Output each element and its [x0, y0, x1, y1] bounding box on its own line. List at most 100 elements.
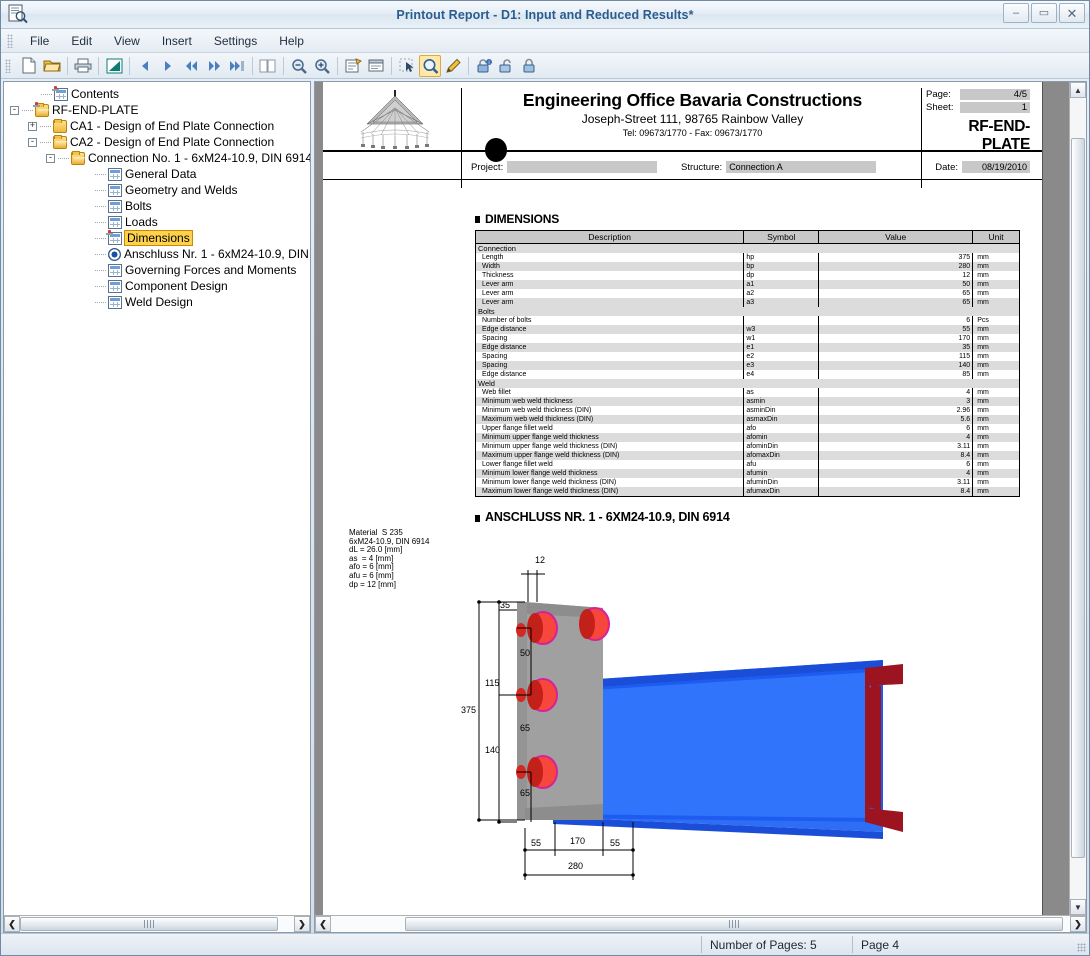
document-canvas[interactable]: Engineering Office Bavaria Constructions…	[315, 82, 1069, 915]
menu-settings[interactable]: Settings	[203, 31, 268, 51]
tree-item-contents[interactable]: Contents	[10, 85, 310, 102]
print-icon[interactable]	[72, 55, 94, 77]
page-value: 4/5	[960, 89, 1030, 100]
cell-unit: mm	[972, 460, 1020, 469]
tree-item-label: Loads	[125, 215, 158, 229]
doc-scroll-track[interactable]	[331, 916, 1070, 932]
resize-grip[interactable]	[1073, 934, 1089, 955]
tree-item-bolts[interactable]: Bolts	[10, 198, 310, 214]
first-page-icon[interactable]	[180, 55, 202, 77]
cell-value: 4	[818, 469, 974, 478]
dim-a1-label: 50	[520, 648, 531, 658]
tree-horizontal-scrollbar[interactable]: ❮ ❯	[4, 915, 310, 932]
edit-pencil-icon[interactable]	[442, 55, 464, 77]
toolbar-drag-handle[interactable]	[5, 58, 11, 73]
document-vertical-scrollbar[interactable]: ▲ ▼	[1069, 82, 1086, 915]
cell-unit: mm	[972, 325, 1020, 334]
collapse-icon[interactable]: -	[46, 153, 55, 163]
expand-icon[interactable]: +	[28, 121, 37, 131]
table-row: Minimum lower flange weld thickness afumi…	[474, 469, 1020, 478]
tree-item-ca1-design-of-end-plate-connection[interactable]: + CA1 - Design of End Plate Connection	[10, 118, 310, 134]
page-setup-icon[interactable]	[342, 55, 364, 77]
doc-scroll-thumb[interactable]	[404, 917, 1063, 931]
tree-item-label: Geometry and Welds	[125, 183, 238, 197]
minimize-button[interactable]: –	[1003, 3, 1029, 23]
last-page-icon[interactable]	[203, 55, 225, 77]
unlock-icon[interactable]	[496, 55, 518, 77]
tree-item-connection-no-1-6xm24-10-9-din-6914[interactable]: - Connection No. 1 - 6xM24-10.9, DIN 6914	[10, 150, 310, 166]
new-document-icon[interactable]	[18, 55, 40, 77]
two-page-view-icon[interactable]	[257, 55, 279, 77]
scroll-up-button[interactable]: ▲	[1070, 82, 1086, 98]
subheader-rule	[323, 179, 1042, 180]
tree-item-label: Weld Design	[125, 295, 193, 309]
table-row: Lever arm a1 50 mm	[474, 280, 1020, 289]
tree-item-loads[interactable]: Loads	[10, 214, 310, 230]
header-footer-icon[interactable]	[365, 55, 387, 77]
next-page-icon[interactable]	[157, 55, 179, 77]
table-row: Edge distance e4 85 mm	[474, 370, 1020, 379]
tree-connector	[95, 237, 106, 239]
maximize-button[interactable]: ▭	[1031, 3, 1057, 23]
select-pointer-icon[interactable]	[396, 55, 418, 77]
tree-item-weld-design[interactable]: Weld Design	[10, 294, 310, 310]
menu-view[interactable]: View	[103, 31, 151, 51]
menu-bar: File Edit View Insert Settings Help	[1, 29, 1089, 53]
cell-symbol: afomin	[743, 433, 820, 442]
doc-scroll-right-button[interactable]: ❯	[1070, 916, 1086, 932]
tree-connector	[95, 205, 106, 207]
tree-item-ca2-design-of-end-plate-connection[interactable]: - CA2 - Design of End Plate Connection	[10, 134, 310, 150]
cell-symbol: afumin	[743, 469, 820, 478]
date-value: 08/19/2010	[962, 161, 1030, 173]
tree-connector	[95, 253, 106, 255]
tree-item-governing-forces-and-moments[interactable]: Governing Forces and Moments	[10, 262, 310, 278]
cell-unit: mm	[972, 487, 1020, 497]
tree-item-geometry-and-welds[interactable]: Geometry and Welds	[10, 182, 310, 198]
vertical-scroll-thumb[interactable]	[1071, 138, 1085, 858]
cell-symbol: e4	[743, 370, 820, 379]
page-label: Page:	[926, 89, 951, 100]
tree-item-anschluss-nr-1-6xm24-10-9-din-6914[interactable]: Anschluss Nr. 1 - 6xM24-10.9, DIN 6914	[10, 246, 310, 262]
doc-scroll-left-button[interactable]: ❮	[315, 916, 331, 932]
header-dot-marker	[485, 138, 507, 162]
tree-item-component-design[interactable]: Component Design	[10, 278, 310, 294]
scroll-down-button[interactable]: ▼	[1070, 899, 1086, 915]
menu-help[interactable]: Help	[268, 31, 315, 51]
page-row: Page: 4/5	[926, 88, 1030, 101]
structure-value: Connection A	[726, 161, 877, 173]
menu-edit[interactable]: Edit	[60, 31, 103, 51]
menu-drag-handle[interactable]	[7, 33, 13, 48]
collapse-icon[interactable]: -	[28, 137, 37, 147]
vertical-scroll-track[interactable]	[1070, 98, 1086, 899]
print-preview-icon[interactable]	[103, 55, 125, 77]
document-horizontal-scrollbar[interactable]: ❮ ❯	[315, 915, 1086, 932]
tree-item-rf-end-plate[interactable]: - RF-END-PLATE	[10, 101, 310, 118]
table-row: Lever arm a2 65 mm	[474, 289, 1020, 298]
lock-info-icon[interactable]: i	[473, 55, 495, 77]
zoom-tool-icon[interactable]	[419, 54, 441, 77]
cell-unit: mm	[972, 262, 1020, 271]
project-value	[507, 161, 658, 173]
open-folder-icon[interactable]	[41, 55, 63, 77]
zoom-in-icon[interactable]	[311, 55, 333, 77]
tree-scroll-thumb[interactable]	[20, 917, 278, 931]
menu-insert[interactable]: Insert	[151, 31, 203, 51]
collapse-icon[interactable]: -	[10, 105, 19, 115]
date-label: Date:	[935, 161, 958, 173]
zoom-out-icon[interactable]	[288, 55, 310, 77]
tree-item-dimensions[interactable]: Dimensions	[10, 229, 310, 246]
cell-symbol: a2	[743, 289, 820, 298]
svg-text:i: i	[488, 60, 489, 66]
tree-scroll-left-button[interactable]: ❮	[4, 916, 20, 932]
cell-symbol: e1	[743, 343, 820, 352]
cell-value: 3.11	[818, 478, 974, 487]
close-button[interactable]: ✕	[1059, 3, 1085, 23]
tree-scroll-right-button[interactable]: ❯	[294, 916, 310, 932]
goto-page-icon[interactable]	[226, 55, 248, 77]
tree-scroll-track[interactable]	[20, 916, 294, 932]
tree-item-label: Dimensions	[124, 230, 193, 246]
tree-item-general-data[interactable]: General Data	[10, 166, 310, 182]
menu-file[interactable]: File	[19, 31, 60, 51]
lock-closed-icon[interactable]	[519, 55, 541, 77]
previous-page-icon[interactable]	[134, 55, 156, 77]
